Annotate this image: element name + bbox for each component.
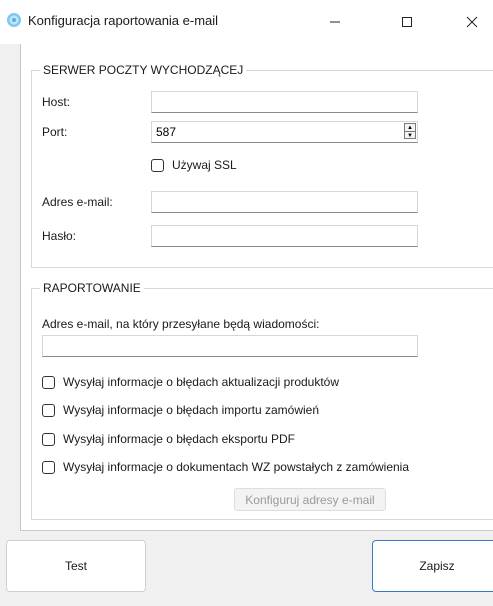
save-button[interactable]: Zapisz: [372, 540, 493, 592]
option-checkbox[interactable]: [42, 432, 55, 446]
option-pdf-errors[interactable]: Wysyłaj informacje o błędach eksportu PD…: [42, 432, 295, 446]
title-bar: Konfiguracja raportowania e-mail: [0, 0, 493, 44]
close-button[interactable]: [451, 0, 493, 44]
host-label: Host:: [42, 95, 71, 109]
spin-up-icon[interactable]: ▲: [405, 124, 415, 132]
spin-down-icon[interactable]: ▼: [405, 132, 415, 139]
port-label: Port:: [42, 125, 68, 139]
option-label: Wysyłaj informacje o dokumentach WZ pows…: [63, 460, 410, 474]
minimize-icon: [330, 21, 340, 23]
ssl-checkbox-label: Używaj SSL: [172, 158, 237, 172]
option-label: Wysyłaj informacje o błędach eksportu PD…: [63, 432, 295, 446]
maximize-icon: [402, 17, 412, 27]
email-input[interactable]: [151, 191, 418, 213]
password-label: Hasło:: [42, 229, 77, 243]
password-input[interactable]: [151, 225, 418, 247]
option-update-errors[interactable]: Wysyłaj informacje o błędach aktualizacj…: [42, 375, 339, 389]
option-import-errors[interactable]: Wysyłaj informacje o błędach importu zam…: [42, 403, 319, 417]
reporting-group-legend: RAPORTOWANIE: [40, 281, 144, 295]
recipient-label: Adres e-mail, na który przesyłane będą w…: [42, 317, 320, 331]
port-spin-buttons[interactable]: ▲ ▼: [404, 123, 416, 139]
server-group: SERWER POCZTY WYCHODZĄCEJ Host: Port: ▲ …: [31, 63, 493, 268]
port-input[interactable]: [151, 121, 418, 143]
maximize-button[interactable]: [384, 0, 430, 44]
close-icon: [466, 16, 478, 28]
option-label: Wysyłaj informacje o błędach aktualizacj…: [63, 375, 340, 389]
server-group-legend: SERWER POCZTY WYCHODZĄCEJ: [40, 63, 247, 77]
recipient-input[interactable]: [42, 335, 418, 357]
option-checkbox[interactable]: [42, 403, 55, 417]
app-icon: [7, 13, 21, 27]
window-title: Konfiguracja raportowania e-mail: [28, 13, 219, 28]
email-label: Adres e-mail:: [42, 195, 113, 209]
reporting-group: RAPORTOWANIE Adres e-mail, na który prze…: [31, 281, 493, 520]
ssl-checkbox-box[interactable]: [151, 158, 164, 172]
port-spinner[interactable]: ▲ ▼: [151, 121, 418, 143]
option-checkbox[interactable]: [42, 460, 55, 474]
host-input[interactable]: [151, 91, 418, 113]
option-checkbox[interactable]: [42, 375, 55, 389]
option-wz-documents[interactable]: Wysyłaj informacje o dokumentach WZ pows…: [42, 460, 409, 474]
minimize-button[interactable]: [312, 0, 358, 44]
ssl-checkbox[interactable]: Używaj SSL: [151, 158, 237, 172]
test-button[interactable]: Test: [6, 540, 146, 592]
option-label: Wysyłaj informacje o błędach importu zam…: [63, 403, 319, 417]
configure-addresses-button[interactable]: Konfiguruj adresy e-mail: [234, 488, 386, 511]
main-panel: SERWER POCZTY WYCHODZĄCEJ Host: Port: ▲ …: [20, 44, 493, 531]
